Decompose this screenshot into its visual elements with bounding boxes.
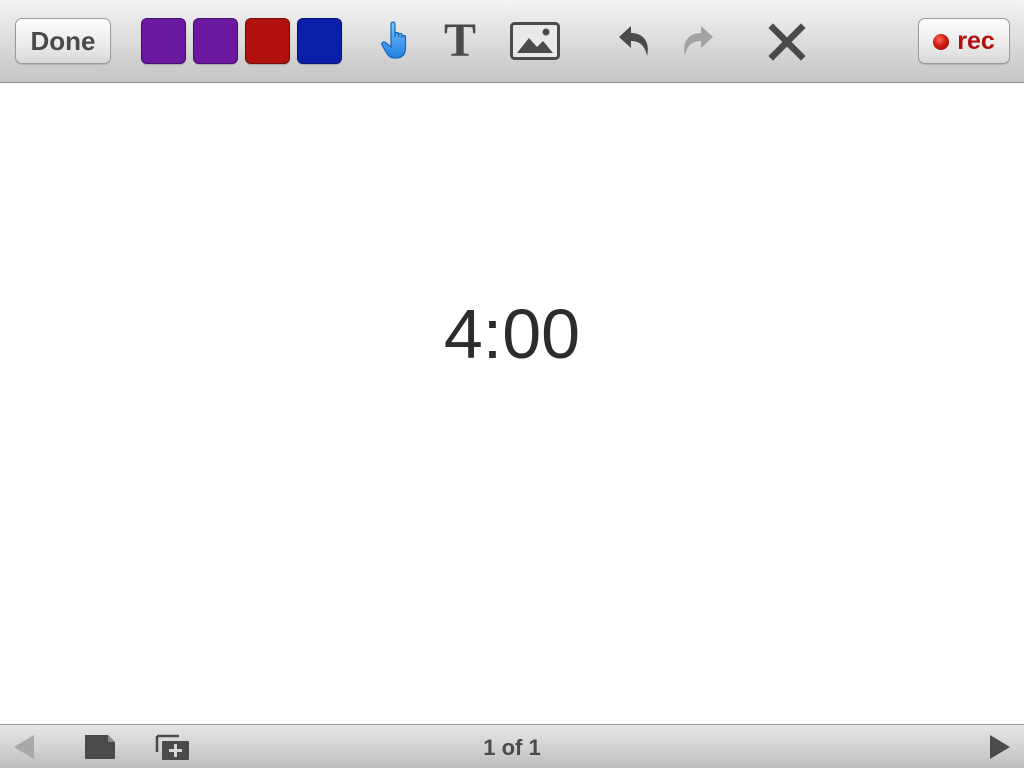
- done-button[interactable]: Done: [15, 18, 111, 64]
- top-toolbar: Done T rec: [0, 0, 1024, 83]
- undo-button[interactable]: [614, 20, 656, 62]
- text-tool-button[interactable]: T: [438, 16, 482, 66]
- next-page-button[interactable]: [984, 731, 1018, 763]
- page-icon: [85, 735, 115, 759]
- undo-icon: [619, 26, 648, 56]
- bottom-bar: 1 of 1: [0, 724, 1024, 768]
- pointer-tool-button[interactable]: [376, 18, 418, 64]
- color-swatch-purple-2[interactable]: [193, 18, 238, 64]
- page-button[interactable]: [80, 731, 120, 763]
- color-swatch-red[interactable]: [245, 18, 290, 64]
- redo-button[interactable]: [676, 20, 718, 62]
- image-tool-button[interactable]: [509, 20, 561, 62]
- add-page-button[interactable]: [153, 730, 193, 764]
- whiteboard-app: Done T rec 4:00 1 of 1: [0, 0, 1024, 768]
- previous-page-icon: [14, 735, 34, 759]
- add-page-icon: [155, 734, 189, 760]
- clear-button[interactable]: [765, 20, 809, 64]
- drawing-canvas[interactable]: [0, 83, 1024, 724]
- record-icon: [933, 34, 950, 50]
- text-tool-icon: T: [443, 14, 476, 67]
- record-button[interactable]: rec: [918, 18, 1010, 64]
- hand-pointer-icon: [381, 21, 407, 59]
- image-icon: [510, 22, 560, 60]
- page-counter: 1 of 1: [483, 735, 541, 760]
- canvas-text[interactable]: 4:00: [412, 292, 612, 376]
- color-swatch-blue[interactable]: [297, 18, 342, 64]
- color-swatch-purple[interactable]: [141, 18, 186, 64]
- record-label: rec: [957, 26, 995, 55]
- close-icon: [768, 23, 806, 61]
- redo-icon: [684, 26, 713, 56]
- previous-page-button[interactable]: [6, 731, 40, 763]
- next-page-icon: [990, 735, 1010, 759]
